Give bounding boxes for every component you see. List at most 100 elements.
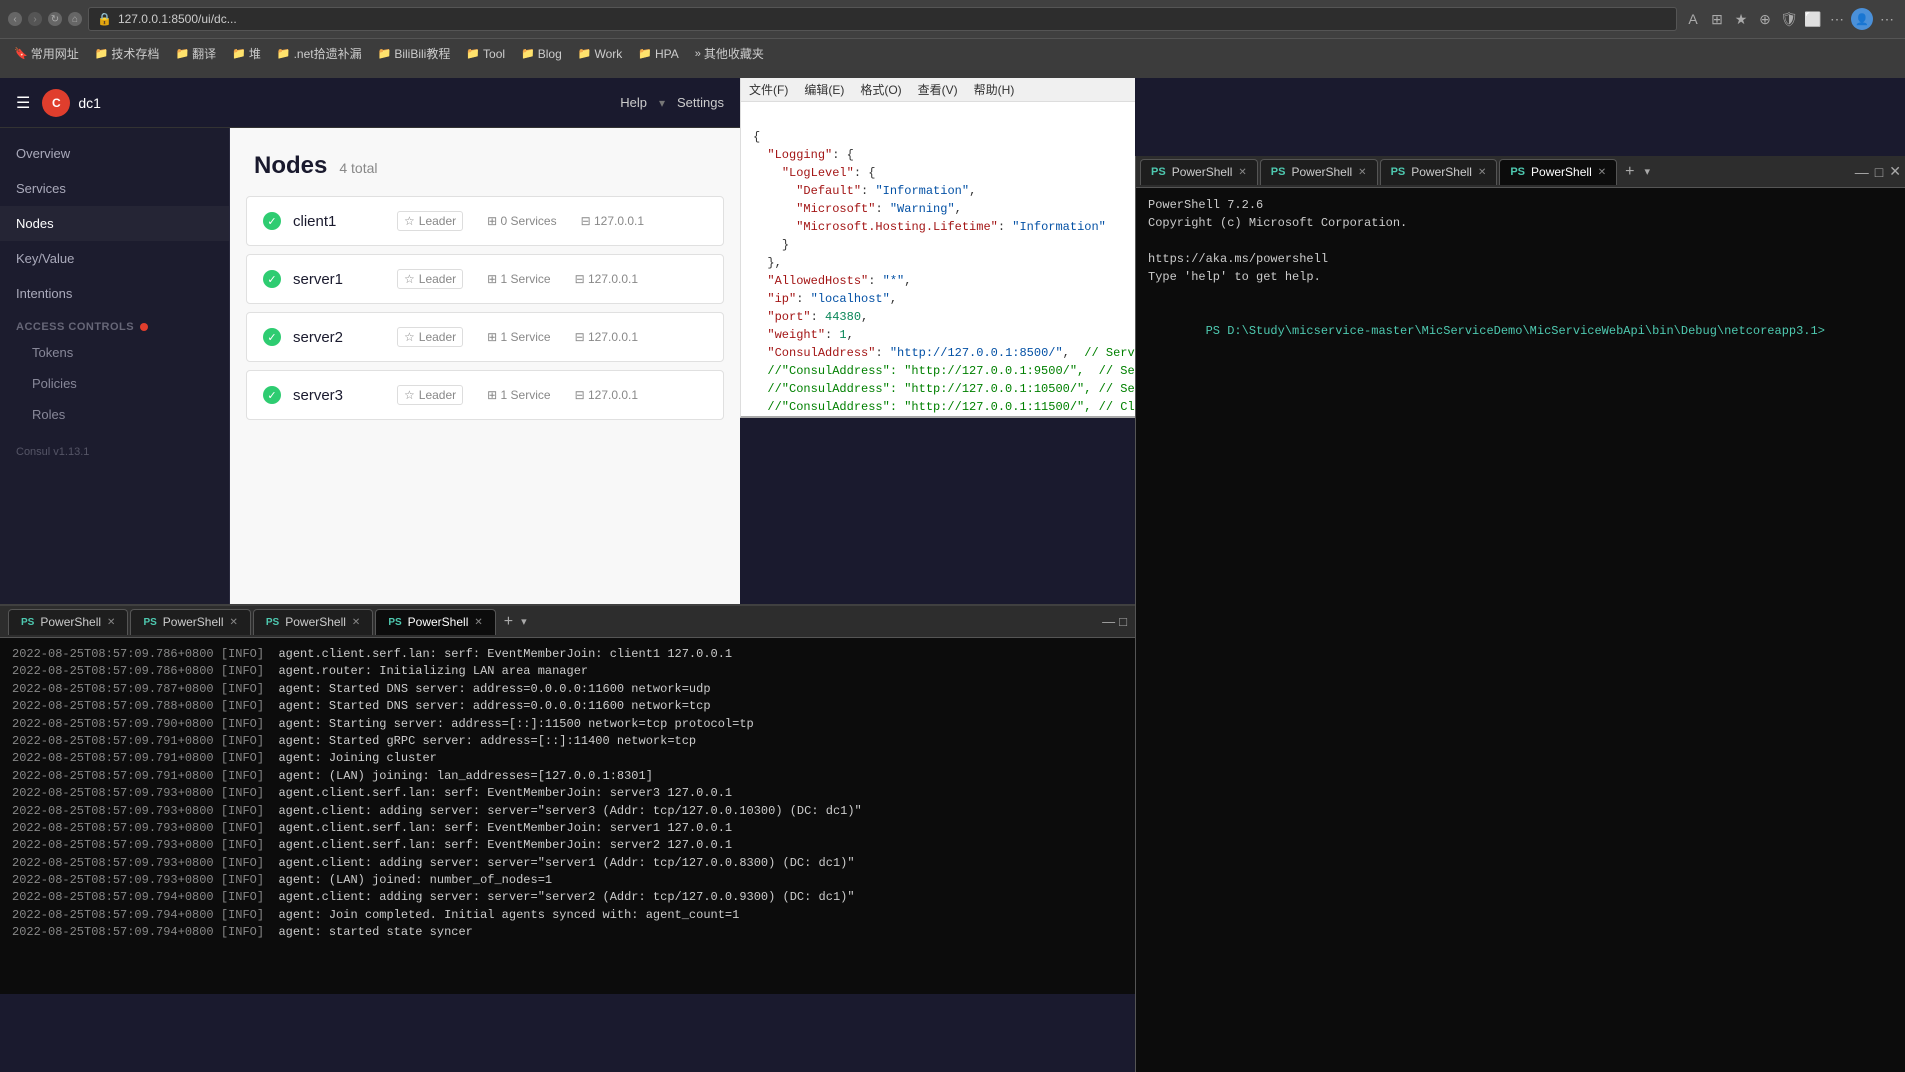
terminal-log-line: 2022-08-25T08:57:09.793+0800 [INFO] agen… (12, 785, 1123, 802)
collections-icon[interactable]: ⊕ (1755, 9, 1775, 29)
terminal-maximize[interactable]: □ (1119, 614, 1127, 629)
extensions-icon[interactable]: 🛡 (1779, 9, 1799, 29)
node-card-server3[interactable]: ✓ server3 ☆ Leader ⊞ 1 Service (246, 370, 724, 420)
bookmark-翻译[interactable]: 📁翻译 (169, 43, 222, 64)
forward-button[interactable]: › (28, 12, 42, 26)
ip-icon-server2: ⊟ (575, 330, 585, 344)
ps-tab-close-4[interactable]: ✕ (1598, 167, 1606, 178)
back-button[interactable]: ‹ (8, 12, 22, 26)
node-status-server3: ✓ (263, 386, 281, 404)
translate-icon[interactable]: A (1683, 9, 1703, 29)
ps-right-content: PowerShell 7.2.6 Copyright (c) Microsoft… (1136, 188, 1905, 1072)
terminal-log-line: 2022-08-25T08:57:09.790+0800 [INFO] agen… (12, 716, 1123, 733)
ps-right-tab-4[interactable]: PS PowerShell ✕ (1499, 159, 1617, 185)
json-menu-file[interactable]: 文件(F) (749, 81, 788, 98)
terminal-new-tab[interactable]: + (498, 613, 519, 631)
bookmark-堆[interactable]: 📁堆 (226, 43, 267, 64)
json-menu-edit[interactable]: 编辑(E) (804, 81, 844, 98)
node-services-server3: ⊞ 1 Service (487, 388, 550, 402)
sidebar-item-roles[interactable]: Roles (0, 399, 229, 430)
terminal-tab-close-3[interactable]: ✕ (352, 617, 360, 628)
settings-button[interactable]: Settings (677, 95, 724, 110)
profile-avatar[interactable]: 👤 (1851, 8, 1873, 30)
bookmark-net[interactable]: 📁.net拾遗补漏 (271, 43, 368, 64)
json-menu-view[interactable]: 查看(V) (918, 81, 958, 98)
bookmark-icon-heap: 📁 (232, 47, 246, 60)
sidebar-item-keyvalue[interactable]: Key/Value (0, 241, 229, 276)
more-icon[interactable]: ⋯ (1827, 9, 1847, 29)
tokens-label: Tokens (32, 345, 73, 360)
home-button[interactable]: ⌂ (68, 12, 82, 26)
ps-right-tab-2[interactable]: PS PowerShell ✕ (1260, 159, 1378, 185)
sidebar-item-intentions[interactable]: Intentions (0, 276, 229, 311)
overview-label: Overview (16, 146, 70, 161)
star-icon-server2: ☆ (404, 330, 415, 344)
node-card-client1[interactable]: ✓ client1 ☆ Leader ⊞ 0 Services (246, 196, 724, 246)
ps-right-tab-3[interactable]: PS PowerShell ✕ (1380, 159, 1498, 185)
ps-right-dropdown[interactable]: ▾ (1644, 165, 1650, 178)
bookmark-icon[interactable]: ★ (1731, 9, 1751, 29)
help-button[interactable]: Help (620, 95, 647, 110)
terminal-minimize[interactable]: — (1102, 614, 1115, 629)
node-card-server2[interactable]: ✓ server2 ☆ Leader ⊞ 1 Service (246, 312, 724, 362)
terminal-tab-3[interactable]: PS PowerShell ✕ (253, 609, 373, 635)
check-icon-server1: ✓ (267, 273, 276, 286)
ps-right-new-tab[interactable]: + (1619, 163, 1640, 181)
terminal-log-line: 2022-08-25T08:57:09.791+0800 [INFO] agen… (12, 768, 1123, 785)
bookmark-more[interactable]: »其他收藏夹 (689, 43, 770, 64)
bookmark-tool[interactable]: 📁Tool (460, 45, 511, 63)
json-menu-format[interactable]: 格式(O) (860, 81, 901, 98)
bookmark-hpa[interactable]: 📁HPA (632, 45, 685, 63)
node-role-server2: ☆ Leader (397, 327, 463, 347)
services-icon-server1: ⊞ (487, 272, 497, 286)
node-info-server1: server1 ☆ Leader ⊞ 1 Service ⊟ 127.0.0.1 (293, 269, 707, 289)
datacenter-label: dc1 (78, 95, 101, 111)
check-icon-server2: ✓ (267, 331, 276, 344)
address-bar[interactable]: 🔒 127.0.0.1:8500/ui/dc... (88, 7, 1677, 31)
read-mode-icon[interactable]: ⊞ (1707, 9, 1727, 29)
terminal-tab-1[interactable]: PS PowerShell ✕ (8, 609, 128, 635)
node-status-client1: ✓ (263, 212, 281, 230)
menu-button[interactable]: ⋯ (1877, 9, 1897, 29)
ps-tab-close-1[interactable]: ✕ (1238, 167, 1246, 178)
terminal-tab-2[interactable]: PS PowerShell ✕ (130, 609, 250, 635)
bookmark-icon-work: 📁 (578, 47, 592, 60)
terminal-log-line: 2022-08-25T08:57:09.793+0800 [INFO] agen… (12, 837, 1123, 854)
terminal-log-line: 2022-08-25T08:57:09.786+0800 [INFO] agen… (12, 663, 1123, 680)
refresh-button[interactable]: ↻ (48, 12, 62, 26)
bookmark-常用网址[interactable]: 🔖常用网址 (8, 43, 85, 64)
ps-right-tab-1[interactable]: PS PowerShell ✕ (1140, 159, 1258, 185)
terminal-tab-dropdown[interactable]: ▾ (521, 615, 527, 628)
bookmark-bili[interactable]: 📁BiliBili教程 (372, 43, 457, 64)
node-card-server1[interactable]: ✓ server1 ☆ Leader ⊞ 1 Service (246, 254, 724, 304)
ps-blank-2 (1148, 286, 1893, 304)
sidebar-item-nodes[interactable]: Nodes (0, 206, 229, 241)
ps-tab-close-2[interactable]: ✕ (1358, 167, 1366, 178)
terminal-tab-close-4[interactable]: ✕ (474, 617, 482, 628)
sidebar-item-policies[interactable]: Policies (0, 368, 229, 399)
consul-header-right: Help ▾ Settings (620, 95, 724, 110)
bookmark-work[interactable]: 📁Work (572, 45, 628, 63)
bookmark-label: HPA (655, 47, 679, 61)
terminal-tab-close-1[interactable]: ✕ (107, 617, 115, 628)
hamburger-menu[interactable]: ☰ (16, 93, 30, 113)
split-icon[interactable]: ⬜ (1803, 9, 1823, 29)
bookmark-label: 其他收藏夹 (704, 45, 764, 62)
terminal-log-line: 2022-08-25T08:57:09.794+0800 [INFO] agen… (12, 907, 1123, 924)
ps-right-minimize[interactable]: — (1855, 164, 1869, 180)
consul-body: Overview Services Nodes Key/Value Intent… (0, 128, 740, 604)
nodes-count: 4 total (339, 160, 377, 176)
json-menu-help[interactable]: 帮助(H) (974, 81, 1015, 98)
terminal-tab-4[interactable]: PS PowerShell ✕ (375, 609, 495, 635)
ps-tab-close-3[interactable]: ✕ (1478, 167, 1486, 178)
sidebar-item-overview[interactable]: Overview (0, 136, 229, 171)
bookmark-技术存档[interactable]: 📁技术存档 (89, 43, 166, 64)
ps-right-close[interactable]: ✕ (1889, 163, 1901, 180)
terminal-tab-close-2[interactable]: ✕ (229, 617, 237, 628)
bookmark-icon-bili: 📁 (378, 47, 392, 60)
sidebar-item-tokens[interactable]: Tokens (0, 337, 229, 368)
bookmark-blog[interactable]: 📁Blog (515, 45, 568, 63)
sidebar-item-services[interactable]: Services (0, 171, 229, 206)
services-icon-server2: ⊞ (487, 330, 497, 344)
ps-right-restore[interactable]: □ (1875, 164, 1883, 180)
